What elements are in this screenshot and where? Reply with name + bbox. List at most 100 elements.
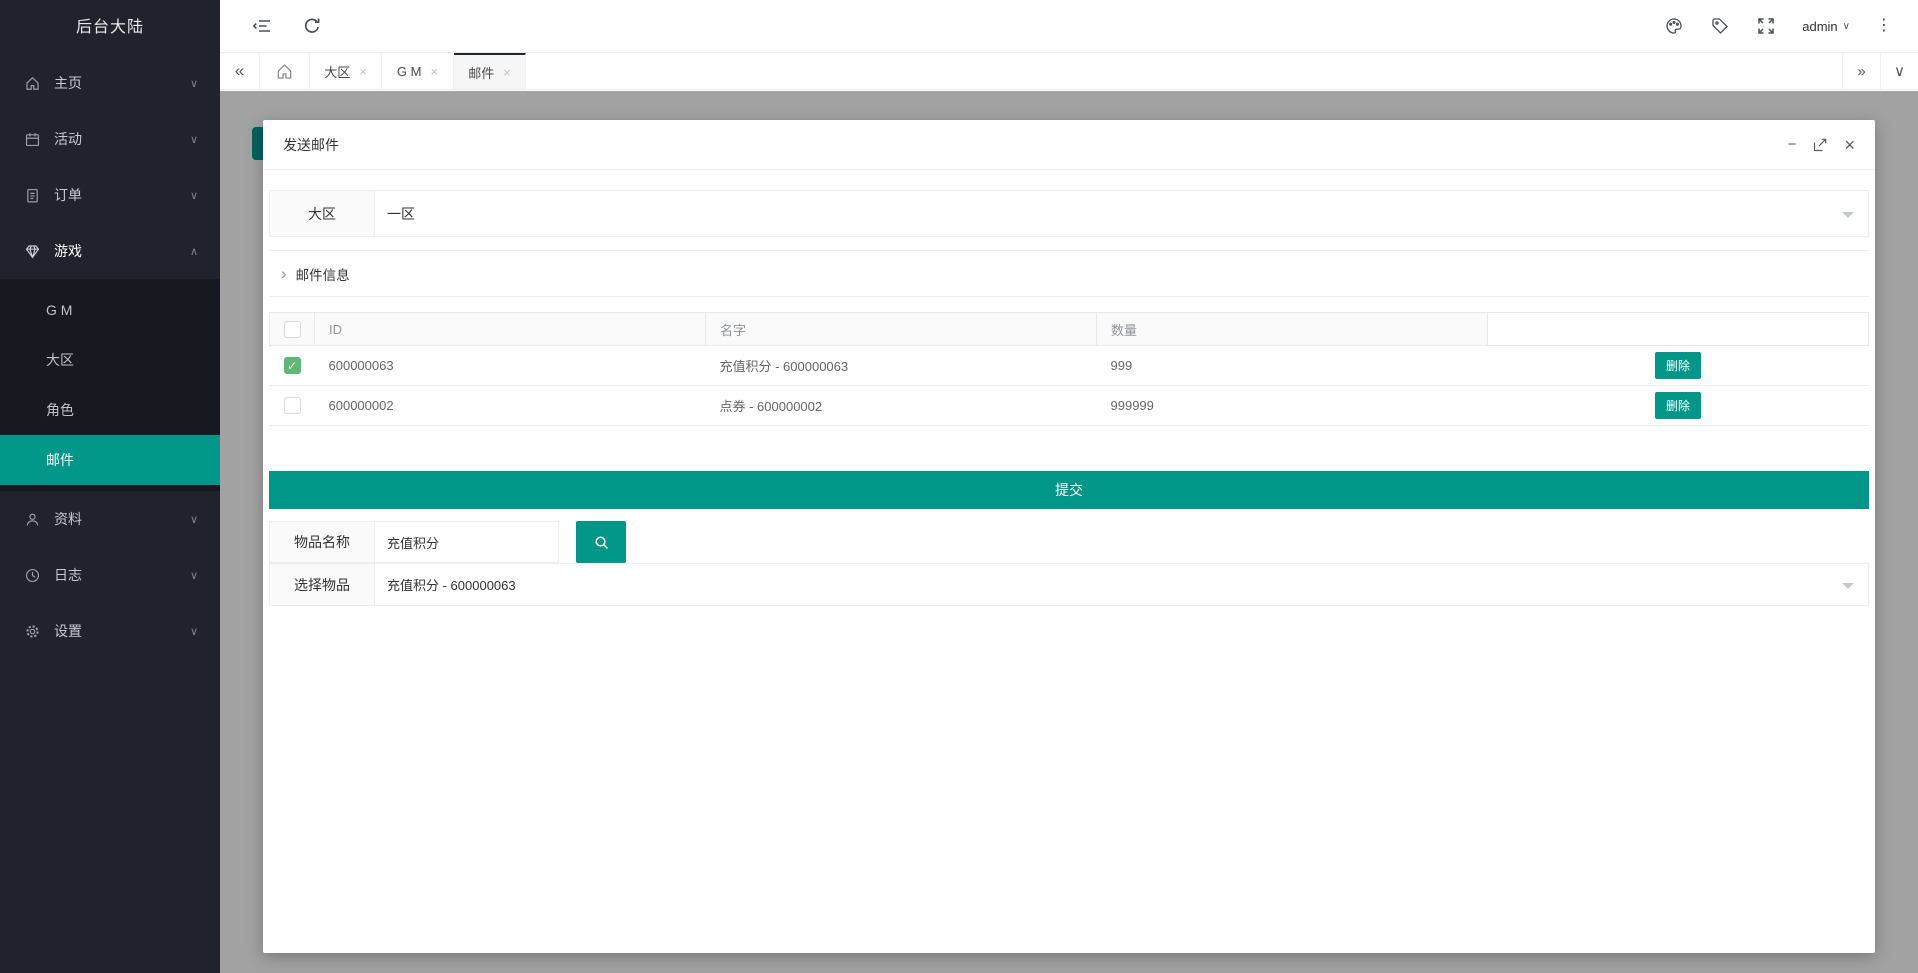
tab-close-icon[interactable]: × <box>503 65 511 80</box>
region-selected-value: 一区 <box>375 191 1868 236</box>
sidebar-item-game[interactable]: 游戏 ∧ <box>0 223 220 279</box>
sidebar: 后台大陆 主页 ∨ 活动 ∨ 订单 ∨ 游戏 ∧ G M 大区 角色 邮件 资料… <box>0 0 220 973</box>
sidebar-item-label: 日志 <box>54 565 82 585</box>
sidebar-item-label: 设置 <box>54 621 82 641</box>
chevron-down-icon: ∨ <box>1843 21 1850 32</box>
select-caret-icon <box>1842 583 1854 589</box>
tab-label: G M <box>397 64 422 79</box>
tab-label: 邮件 <box>468 63 494 82</box>
tabs-scroll-left-button[interactable]: « <box>220 53 260 89</box>
user-menu[interactable]: admin ∨ <box>1802 19 1850 34</box>
mail-items-table: ID 名字 数量 ✓ 600000063 充值积分 - 600000063 99… <box>269 312 1869 426</box>
table-header-row: ID 名字 数量 <box>270 313 1869 346</box>
minimize-icon[interactable]: − <box>1788 137 1797 152</box>
chevron-down-icon: ∨ <box>190 569 198 582</box>
select-caret-icon <box>1842 212 1854 218</box>
profile-icon <box>24 511 41 528</box>
sidebar-item-orders[interactable]: 订单 ∨ <box>0 167 220 223</box>
select-item-row[interactable]: 选择物品 充值积分 - 600000063 <box>269 563 1869 606</box>
maximize-icon[interactable] <box>1813 138 1827 152</box>
mail-info-collapse-header[interactable]: › 邮件信息 <box>269 250 1869 297</box>
cell-name: 点券 - 600000002 <box>706 386 1097 426</box>
sidebar-item-profile[interactable]: 资料 ∨ <box>0 491 220 547</box>
cell-id: 600000002 <box>315 386 706 426</box>
close-icon[interactable]: × <box>1844 136 1855 154</box>
cell-qty: 999999 <box>1097 386 1488 426</box>
table-row: 600000002 点券 - 600000002 999999 删除 <box>270 386 1869 426</box>
tab-gm[interactable]: G M × <box>382 53 454 89</box>
chevron-down-icon: ∨ <box>190 513 198 526</box>
col-header-id: ID <box>315 313 706 346</box>
cell-id: 600000063 <box>315 346 706 386</box>
sidebar-item-logs[interactable]: 日志 ∨ <box>0 547 220 603</box>
dialog-body: 大区 一区 › 邮件信息 ID 名字 数量 ✓ 600000063 充值积分 -… <box>263 190 1875 606</box>
submit-button[interactable]: 提交 <box>269 471 1869 509</box>
chevron-down-icon: ∨ <box>190 77 198 90</box>
row-checkbox-checked[interactable]: ✓ <box>284 357 301 374</box>
clock-icon <box>24 567 41 584</box>
item-search-row: 物品名称 <box>269 521 1869 563</box>
item-name-label: 物品名称 <box>270 522 375 562</box>
select-item-value: 充值积分 - 600000063 <box>375 564 1868 605</box>
theme-palette-icon[interactable] <box>1664 16 1684 36</box>
game-gem-icon <box>24 243 41 260</box>
sidebar-item-label: 游戏 <box>54 241 82 261</box>
gear-icon <box>24 623 41 640</box>
tab-home[interactable] <box>260 53 310 89</box>
activity-icon <box>24 131 41 148</box>
row-checkbox-unchecked[interactable] <box>284 397 301 414</box>
fullscreen-icon[interactable] <box>1756 16 1776 36</box>
chevron-up-icon: ∧ <box>190 245 198 258</box>
delete-button[interactable]: 删除 <box>1655 352 1701 379</box>
select-all-checkbox[interactable] <box>284 321 301 338</box>
game-submenu: G M 大区 角色 邮件 <box>0 279 220 491</box>
col-header-qty: 数量 <box>1097 313 1488 346</box>
region-label: 大区 <box>270 191 375 236</box>
sidebar-item-label: 资料 <box>54 509 82 529</box>
chevron-down-icon: ∨ <box>190 189 198 202</box>
chevron-down-icon: ∨ <box>190 625 198 638</box>
collapse-arrow-icon: › <box>281 265 287 282</box>
tab-bar: « 大区 × G M × 邮件 × » ∨ <box>220 52 1918 90</box>
sidebar-subitem-role[interactable]: 角色 <box>0 385 220 435</box>
home-tab-icon <box>275 62 294 81</box>
tabs-menu-button[interactable]: ∨ <box>1880 53 1918 89</box>
tab-label: 大区 <box>324 62 350 81</box>
col-header-name: 名字 <box>706 313 1097 346</box>
sidebar-item-label: 活动 <box>54 129 82 149</box>
sidebar-subitem-mail[interactable]: 邮件 <box>0 435 220 485</box>
mail-info-label: 邮件信息 <box>296 264 350 284</box>
select-item-label: 选择物品 <box>270 564 375 605</box>
chevron-down-icon: ∨ <box>190 133 198 146</box>
col-header-actions <box>1488 313 1869 346</box>
tab-mail[interactable]: 邮件 × <box>454 53 526 89</box>
sidebar-fold-icon[interactable] <box>252 16 272 36</box>
cell-qty: 999 <box>1097 346 1488 386</box>
tag-icon[interactable] <box>1710 16 1730 36</box>
username-label: admin <box>1802 19 1837 34</box>
tab-close-icon[interactable]: × <box>430 64 438 79</box>
sidebar-subitem-region[interactable]: 大区 <box>0 335 220 385</box>
region-select-row[interactable]: 大区 一区 <box>269 190 1869 237</box>
tab-close-icon[interactable]: × <box>359 64 367 79</box>
sidebar-subitem-gm[interactable]: G M <box>0 285 220 335</box>
more-menu-icon[interactable]: ⋮ <box>1876 18 1892 34</box>
home-icon <box>24 75 41 92</box>
send-mail-dialog: 发送邮件 − × 大区 一区 › 邮件信息 ID 名字 数量 <box>263 120 1875 953</box>
search-icon <box>593 534 610 551</box>
app-logo: 后台大陆 <box>0 0 220 55</box>
cell-name: 充值积分 - 600000063 <box>706 346 1097 386</box>
sidebar-item-activity[interactable]: 活动 ∨ <box>0 111 220 167</box>
dialog-title: 发送邮件 <box>283 135 339 155</box>
delete-button[interactable]: 删除 <box>1655 392 1701 419</box>
search-button[interactable] <box>576 521 626 563</box>
item-name-input[interactable] <box>375 522 554 562</box>
refresh-icon[interactable] <box>302 16 322 36</box>
sidebar-item-label: 订单 <box>54 185 82 205</box>
tabs-scroll-right-button[interactable]: » <box>1842 53 1880 89</box>
item-name-field: 物品名称 <box>269 521 559 563</box>
tab-region[interactable]: 大区 × <box>310 53 382 89</box>
sidebar-item-label: 主页 <box>54 73 82 93</box>
sidebar-item-settings[interactable]: 设置 ∨ <box>0 603 220 659</box>
sidebar-item-home[interactable]: 主页 ∨ <box>0 55 220 111</box>
